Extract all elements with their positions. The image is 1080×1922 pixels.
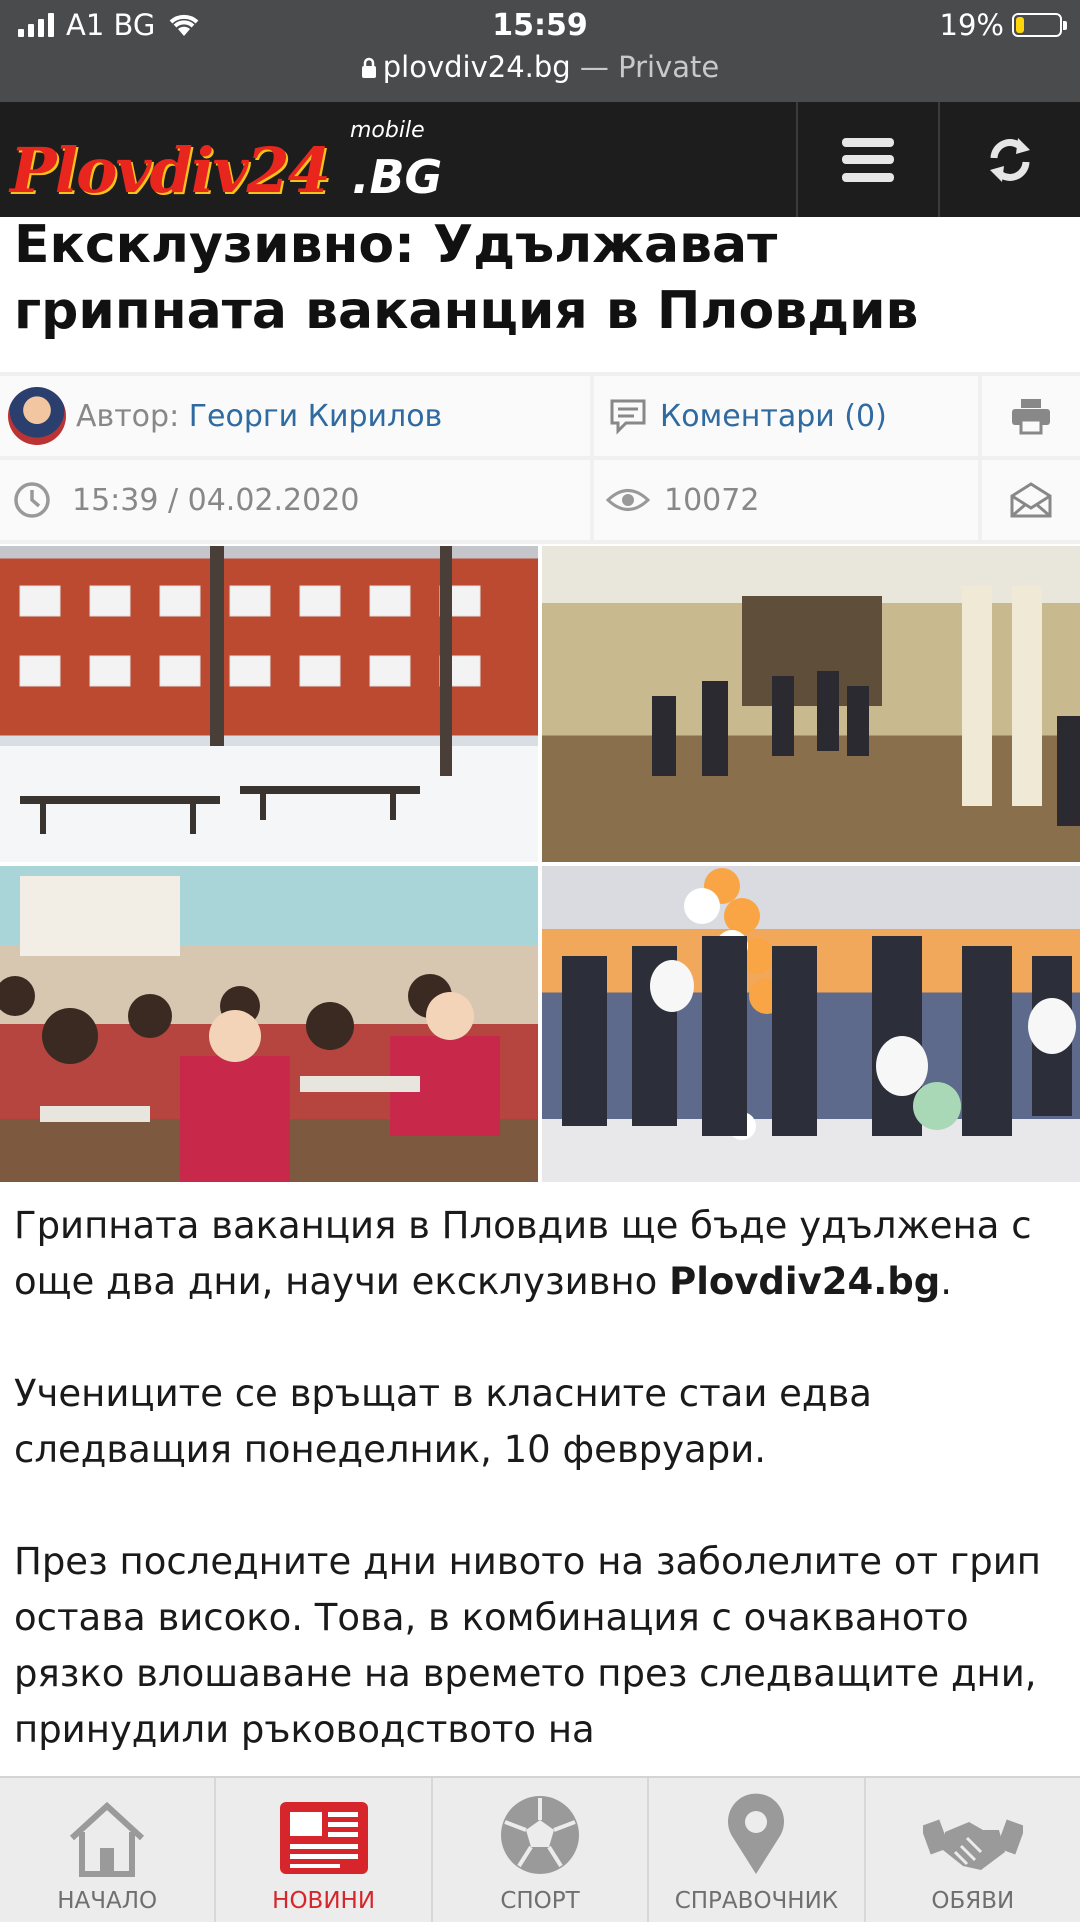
site-logo[interactable]: Plovdiv24 mobile .BG [10, 112, 442, 207]
handshake-icon [922, 1819, 1023, 1870]
comment-icon [610, 399, 646, 435]
private-label: — Private [570, 50, 720, 84]
avatar [8, 387, 66, 445]
logo-tld-text: .BG [352, 150, 443, 204]
author-link[interactable]: Георги Кирилов [189, 399, 443, 434]
lock-icon [361, 57, 376, 78]
battery-percent: 19% [939, 8, 1004, 42]
tab-home-label: НАЧАЛО [57, 1888, 158, 1914]
soccer-ball-icon [501, 1796, 580, 1874]
article-paragraph: Грипната ваканция в Пловдив ще бъде удъл… [14, 1198, 1064, 1310]
clock-icon [14, 482, 50, 518]
newspaper-icon [279, 1802, 368, 1874]
printer-icon [1012, 399, 1050, 435]
tab-home[interactable]: НАЧАЛО [0, 1778, 217, 1922]
publish-datetime: 15:39 / 04.02.2020 [72, 482, 360, 518]
tab-directory[interactable]: СПРАВОЧНИК [649, 1778, 866, 1922]
tab-news-label: НОВИНИ [272, 1888, 376, 1914]
photo-school-hallway [542, 546, 1080, 862]
refresh-icon [990, 137, 1030, 182]
tab-sport-label: СПОРТ [500, 1888, 580, 1914]
envelope-icon [1010, 482, 1052, 518]
map-pin-icon [728, 1793, 785, 1874]
home-icon [70, 1801, 145, 1877]
tab-ads[interactable]: ОБЯВИ [866, 1778, 1080, 1922]
date-cell: 15:39 / 04.02.2020 [0, 460, 590, 540]
paragraph-bold-text: Plovdiv24.bg [669, 1260, 941, 1303]
article-paragraph: Учениците се връщат в класните стаи едва… [14, 1372, 872, 1471]
views-cell: 10072 [594, 460, 978, 540]
battery-status: 19% [939, 8, 1067, 42]
logo-mobile-text: mobile [350, 118, 425, 143]
battery-level [1016, 17, 1024, 33]
paragraph-text: . [940, 1260, 952, 1303]
article-title: Ексклузивно: Удължават грипната ваканция… [14, 215, 919, 341]
article-photo-collage[interactable] [0, 546, 1080, 1182]
tab-directory-label: СПРАВОЧНИК [674, 1888, 839, 1914]
tab-news[interactable]: НОВИНИ [216, 1778, 433, 1922]
hamburger-icon [842, 137, 894, 182]
views-count: 10072 [664, 482, 760, 518]
bottom-navigation: НАЧАЛО НОВИНИ СПОРТ СПРАВОЧНИК ОБЯВИ [0, 1776, 1080, 1922]
email-share-button[interactable] [982, 460, 1080, 540]
menu-button[interactable] [796, 102, 938, 217]
logo-main-text: Plovdiv24 [10, 134, 331, 207]
site-header: Plovdiv24 mobile .BG [0, 102, 1080, 217]
photo-students-balloons [542, 866, 1080, 1182]
eye-icon [606, 489, 650, 511]
tab-ads-label: ОБЯВИ [931, 1888, 1015, 1914]
url-text: plovdiv24.bg [382, 50, 571, 84]
status-bar: A1 BG 15:59 19% plovdiv24.bg — Private [0, 0, 1080, 102]
author-cell: Автор: Георги Кирилов [0, 376, 590, 456]
comments-label: Коментари (0) [660, 398, 887, 434]
article-body: Грипната ваканция в Пловдив ще бъде удъл… [14, 1198, 1064, 1814]
print-button[interactable] [982, 376, 1080, 456]
tab-sport[interactable]: СПОРТ [433, 1778, 650, 1922]
article-paragraph: През последните дни нивото на заболелите… [14, 1540, 1041, 1751]
clock: 15:59 [492, 8, 588, 43]
article-meta: Автор: Георги Кирилов Коментари (0) 15:3… [0, 372, 1080, 544]
photo-classroom [0, 866, 538, 1182]
comments-link[interactable]: Коментари (0) [594, 376, 978, 456]
author-label: Автор: [76, 398, 180, 434]
refresh-button[interactable] [938, 102, 1080, 217]
address-bar[interactable]: plovdiv24.bg — Private [0, 50, 1080, 84]
photo-school-winter [0, 546, 538, 862]
battery-icon [1012, 13, 1067, 37]
